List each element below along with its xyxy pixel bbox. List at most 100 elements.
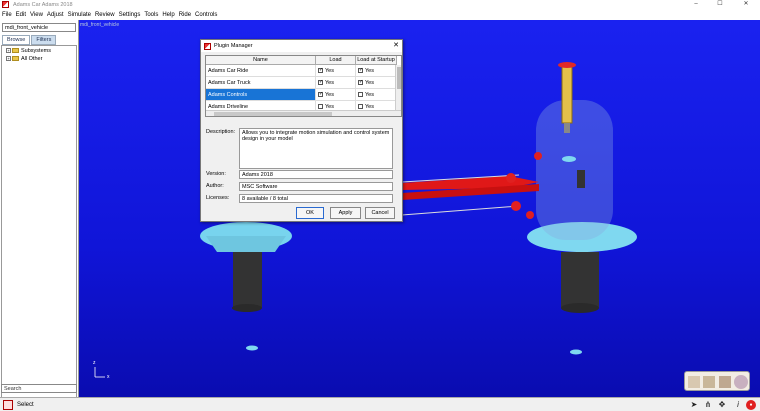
description-field: Allows you to integrate motion simulatio… [239, 128, 393, 169]
dialog-close-button[interactable]: ✕ [393, 41, 399, 49]
ok-button[interactable]: OK [296, 207, 324, 219]
menu-help[interactable]: Help [162, 12, 174, 18]
startup-cell[interactable]: Yes [356, 89, 397, 101]
load-value: Yes [325, 80, 334, 86]
author-label: Author: [206, 183, 224, 189]
badge-figure [688, 376, 700, 388]
tire-ghost [536, 100, 613, 240]
folder-icon [12, 48, 19, 53]
menu-settings[interactable]: Settings [119, 12, 141, 18]
startup-checkbox[interactable] [358, 104, 363, 110]
maximize-button[interactable]: ☐ [708, 0, 732, 9]
column-header-load-at-startup[interactable]: Load at Startup [356, 56, 397, 65]
plugin-manager-dialog: Plugin Manager ✕ Name Load Load at Start… [200, 39, 403, 222]
licenses-field: 8 available / 8 total [239, 194, 393, 203]
expand-icon[interactable]: + [6, 56, 11, 61]
menu-edit[interactable]: Edit [16, 12, 26, 18]
load-checkbox[interactable]: ✓ [318, 80, 323, 86]
startup-cell[interactable]: ✓ Yes [356, 65, 397, 77]
menu-bar: File Edit View Adjust Simulate Review Se… [0, 9, 760, 20]
startup-value: Yes [365, 92, 374, 98]
3d-viewport[interactable]: mdi_front_vehicle z x [79, 20, 760, 397]
load-cell[interactable]: ✓ Yes [316, 65, 356, 77]
badge-figure [719, 376, 731, 388]
load-checkbox[interactable]: ✓ [318, 68, 323, 74]
model-tree: + Subsystems + All Other [1, 45, 77, 400]
author-field: MSC Software [239, 182, 393, 191]
menu-ride[interactable]: Ride [179, 12, 191, 18]
menu-controls[interactable]: Controls [195, 12, 217, 18]
startup-value: Yes [365, 80, 374, 86]
tree-item-label: All Other [21, 55, 43, 62]
licenses-label: Licenses: [206, 195, 230, 201]
apply-button[interactable]: Apply [330, 207, 361, 219]
ball-joint [511, 201, 521, 211]
ball-joint [526, 211, 534, 219]
cursor-icon[interactable]: ➤ [689, 400, 699, 410]
startup-checkbox[interactable]: ✓ [358, 68, 363, 74]
menu-file[interactable]: File [2, 12, 12, 18]
model-name-field[interactable]: mdi_front_vehicle [2, 23, 76, 32]
startup-checkbox[interactable] [358, 92, 363, 98]
view-control-icon[interactable]: ✥ [717, 400, 727, 410]
menu-review[interactable]: Review [95, 12, 115, 18]
browser-tabs: Browse Filters [2, 35, 57, 45]
load-checkbox[interactable] [318, 104, 323, 110]
load-value: Yes [325, 92, 334, 98]
scrollbar-thumb[interactable] [397, 67, 401, 89]
load-value: Yes [325, 68, 334, 74]
table-row-name[interactable]: Adams Car Ride [206, 65, 316, 77]
marker [562, 156, 576, 162]
minimize-button[interactable]: – [684, 0, 708, 9]
adams-app-icon [2, 1, 9, 8]
dialog-titlebar[interactable]: Plugin Manager ✕ [201, 40, 402, 52]
select-tool-icon[interactable] [3, 399, 13, 410]
load-cell[interactable]: ✓ Yes [316, 77, 356, 89]
table-row-name-selected[interactable]: Adams Controls [206, 89, 316, 101]
character-badge-image [684, 371, 750, 391]
description-label: Description: [206, 129, 236, 135]
column-header-name[interactable]: Name [206, 56, 316, 65]
status-text: Select [17, 401, 34, 408]
table-horizontal-scrollbar[interactable] [206, 110, 401, 116]
link-line [401, 205, 520, 216]
menu-view[interactable]: View [30, 12, 43, 18]
menu-simulate[interactable]: Simulate [68, 12, 91, 18]
tree-item-subsystems[interactable]: + Subsystems [6, 47, 76, 54]
close-window-button[interactable]: ✕ [734, 0, 758, 9]
tree-item-all-other[interactable]: + All Other [6, 55, 76, 62]
info-icon[interactable]: i [733, 400, 743, 410]
scrollbar-thumb[interactable] [214, 112, 332, 116]
dialog-title: Plugin Manager [214, 43, 253, 49]
load-checkbox[interactable]: ✓ [318, 92, 323, 98]
table-vertical-scrollbar[interactable] [395, 65, 401, 110]
window-title: Adams Car Adams 2018 [13, 1, 73, 8]
cancel-button[interactable]: Cancel [365, 207, 395, 219]
axis-label-x: x [107, 374, 110, 380]
model-browser-panel: mdi_front_vehicle Browse Filters + Subsy… [0, 20, 79, 400]
expand-icon[interactable]: + [6, 48, 11, 53]
left-jack-post [233, 252, 262, 308]
startup-value: Yes [365, 68, 374, 74]
coil-spring [561, 64, 573, 124]
column-header-load[interactable]: Load [316, 56, 356, 65]
tree-item-label: Subsystems [21, 47, 51, 54]
left-pad-base [206, 236, 286, 252]
search-input[interactable]: Search [1, 384, 77, 393]
badge-illustration [688, 375, 748, 389]
menu-tools[interactable]: Tools [144, 12, 158, 18]
load-cell[interactable]: ✓ Yes [316, 89, 356, 101]
ball-joint [506, 173, 516, 183]
tab-filters[interactable]: Filters [31, 35, 57, 45]
startup-cell[interactable]: ✓ Yes [356, 77, 397, 89]
tab-browse[interactable]: Browse [2, 35, 31, 45]
dialog-app-icon [204, 42, 211, 50]
menu-adjust[interactable]: Adjust [47, 12, 64, 18]
hierarchy-icon[interactable]: ⋔ [703, 400, 713, 410]
table-row-name[interactable]: Adams Car Truck [206, 77, 316, 89]
stop-icon[interactable]: ● [746, 400, 756, 410]
marker [246, 345, 258, 351]
startup-checkbox[interactable]: ✓ [358, 80, 363, 86]
badge-figure [703, 376, 715, 388]
window-titlebar: Adams Car Adams 2018 – ☐ ✕ [0, 0, 760, 9]
